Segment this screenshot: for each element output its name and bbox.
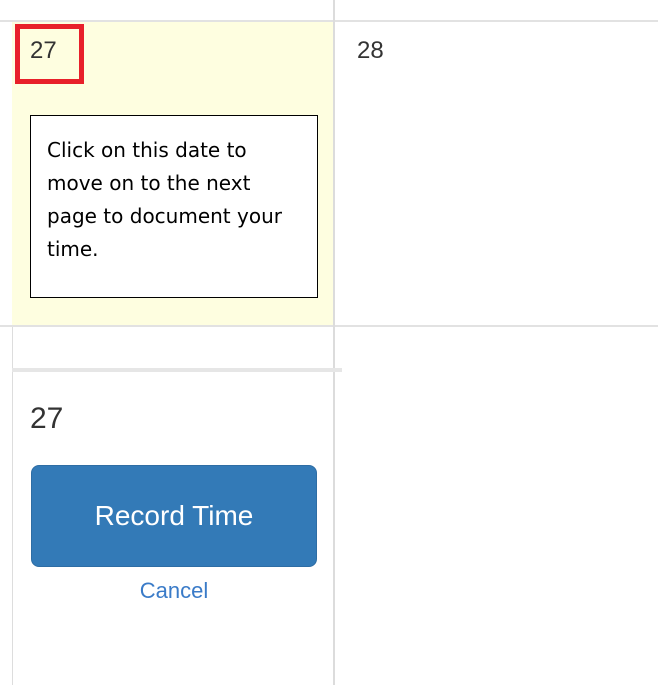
grid-line — [12, 327, 13, 685]
callout-text: Click on this date to move on to the nex… — [47, 138, 282, 261]
grid-line — [0, 325, 658, 327]
record-time-label: Record Time — [94, 500, 254, 531]
expanded-day-number: 27 — [30, 402, 64, 435]
instruction-callout: Click on this date to move on to the nex… — [30, 115, 318, 298]
grid-line — [333, 0, 335, 685]
cell-divider — [12, 368, 342, 372]
record-time-button[interactable]: Record Time — [31, 465, 317, 567]
grid-line — [0, 20, 658, 22]
day-27-link[interactable]: 27 — [30, 37, 57, 65]
cancel-link[interactable]: Cancel — [31, 578, 317, 604]
day-28-link[interactable]: 28 — [357, 37, 384, 65]
